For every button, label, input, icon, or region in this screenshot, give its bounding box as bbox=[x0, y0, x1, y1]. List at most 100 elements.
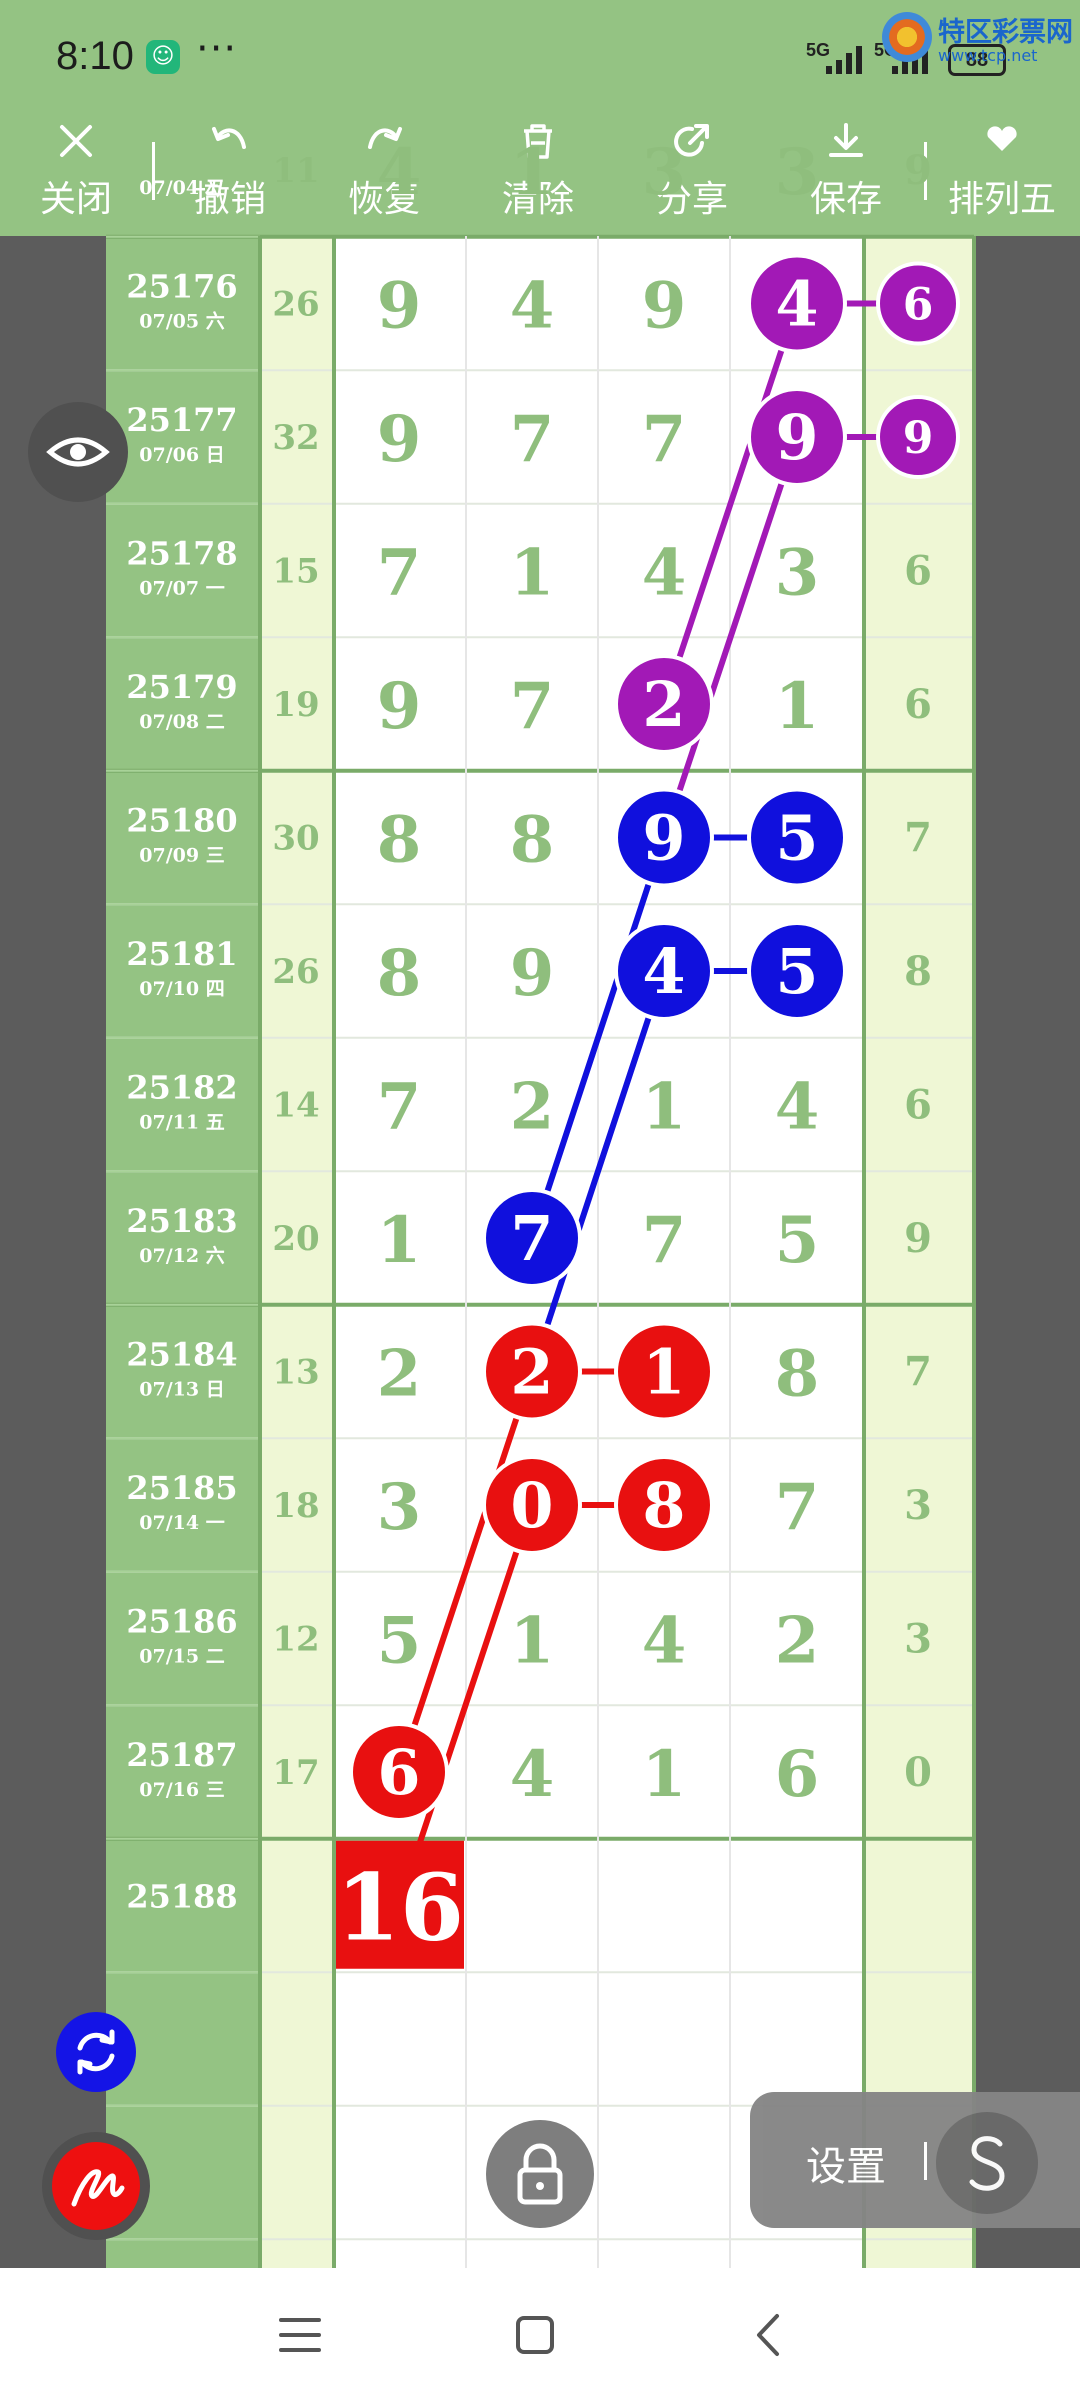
digit-cell: 7 bbox=[642, 1203, 687, 1278]
digit-cell: 3 bbox=[642, 135, 687, 210]
period-date: 07/16 三 bbox=[139, 1779, 224, 1801]
fifth-value: 6 bbox=[904, 681, 932, 728]
period-number: 25177 bbox=[126, 401, 237, 439]
sum-value: 20 bbox=[272, 1219, 319, 1259]
refresh-button[interactable] bbox=[56, 2012, 136, 2092]
period-number: 25176 bbox=[126, 268, 237, 306]
fifth-value: 7 bbox=[904, 815, 932, 862]
period-date: 07/12 六 bbox=[139, 1244, 224, 1267]
ball-digit: 2 bbox=[642, 668, 685, 741]
ball-digit: 2 bbox=[510, 1336, 553, 1409]
s-logo-button[interactable] bbox=[936, 2112, 1038, 2214]
fifth-value: 9 bbox=[904, 1215, 932, 1262]
digit-cell: 5 bbox=[377, 1604, 422, 1679]
digit-cell: 7 bbox=[377, 1070, 422, 1145]
lock-button[interactable] bbox=[486, 2120, 594, 2228]
digit-cell: 6 bbox=[775, 1737, 820, 1812]
settings-panel: 设置 bbox=[750, 2092, 1080, 2228]
digit-cell: 1 bbox=[510, 135, 555, 210]
digit-cell: 8 bbox=[377, 803, 422, 878]
menu-icon[interactable] bbox=[265, 2300, 335, 2370]
sum-value: 13 bbox=[272, 1353, 319, 1393]
digit-cell: 7 bbox=[510, 402, 555, 477]
digit-cell: 2 bbox=[377, 1337, 422, 1412]
digit-cell: 9 bbox=[377, 269, 422, 344]
trend-chart[interactable]: 07/04 五 11 4 1 3 3 92517607/05 六 26 9 4 9 4 62517707… bbox=[0, 0, 1080, 2268]
sum-value: 15 bbox=[272, 552, 319, 592]
prediction-value: 16 bbox=[336, 1854, 464, 1962]
period-date: 07/14 一 bbox=[139, 1512, 224, 1534]
ball-digit: 1 bbox=[642, 1336, 685, 1409]
period-date: 07/07 一 bbox=[139, 578, 224, 600]
fifth-value: 3 bbox=[904, 1482, 932, 1529]
brush-button[interactable] bbox=[52, 2142, 140, 2230]
digit-cell: 3 bbox=[775, 135, 820, 210]
fifth-value: 6 bbox=[904, 548, 932, 595]
period-number: 25186 bbox=[126, 1603, 237, 1641]
period-number: 25188 bbox=[126, 1878, 237, 1916]
sum-value: 17 bbox=[272, 1753, 319, 1793]
digit-cell: 3 bbox=[775, 536, 820, 611]
ball-digit: 9 bbox=[642, 802, 685, 875]
eye-icon bbox=[46, 437, 110, 467]
digit-cell: 3 bbox=[377, 1470, 422, 1545]
period-number: 25183 bbox=[126, 1202, 237, 1240]
period-date: 07/15 二 bbox=[139, 1646, 224, 1668]
digit-cell: 9 bbox=[510, 936, 555, 1011]
period-date: 07/04 五 bbox=[139, 177, 224, 199]
digit-cell: 4 bbox=[510, 1737, 555, 1812]
navigation-bar bbox=[0, 2268, 1080, 2400]
sum-value: 18 bbox=[272, 1486, 319, 1526]
digit-cell: 1 bbox=[642, 1070, 687, 1145]
sync-icon bbox=[77, 2029, 115, 2075]
period-number: 25181 bbox=[126, 935, 237, 973]
period-number: 25179 bbox=[126, 668, 237, 706]
digit-cell: 4 bbox=[775, 1070, 820, 1145]
digit-cell: 5 bbox=[775, 1203, 820, 1278]
digit-cell: 9 bbox=[377, 402, 422, 477]
period-number: 25187 bbox=[126, 1736, 237, 1774]
fifth-value: 6 bbox=[904, 1082, 932, 1129]
period-number: 25185 bbox=[126, 1469, 237, 1507]
digit-cell: 7 bbox=[510, 669, 555, 744]
digit-cell: 8 bbox=[510, 803, 555, 878]
period-date: 07/05 六 bbox=[139, 310, 224, 333]
sum-value: 26 bbox=[272, 952, 319, 992]
digit-cell: 2 bbox=[775, 1604, 820, 1679]
digit-cell: 4 bbox=[642, 1604, 687, 1679]
digit-cell: 1 bbox=[775, 669, 820, 744]
settings-button[interactable]: 设置 bbox=[806, 2134, 886, 2192]
digit-cell: 7 bbox=[642, 402, 687, 477]
digit-cell: 2 bbox=[510, 1070, 555, 1145]
ball-digit: 5 bbox=[775, 935, 818, 1008]
lock-icon bbox=[517, 2143, 563, 2205]
fifth-digit: 6 bbox=[903, 280, 934, 331]
ball-digit: 6 bbox=[377, 1736, 420, 1809]
period-number: 25184 bbox=[126, 1336, 237, 1374]
digit-cell: 1 bbox=[642, 1737, 687, 1812]
sum-value: 32 bbox=[272, 418, 319, 458]
sum-value: 11 bbox=[272, 151, 319, 191]
digit-cell: 9 bbox=[377, 669, 422, 744]
digit-cell: 7 bbox=[775, 1470, 820, 1545]
digit-cell: 4 bbox=[642, 536, 687, 611]
ball-digit: 0 bbox=[510, 1469, 553, 1542]
sum-value: 12 bbox=[272, 1620, 319, 1660]
home-icon[interactable] bbox=[500, 2300, 570, 2370]
fifth-digit: 9 bbox=[903, 413, 934, 464]
eye-toggle-button[interactable] bbox=[28, 402, 128, 502]
s-logo-icon bbox=[969, 2136, 1005, 2191]
digit-cell: 7 bbox=[377, 536, 422, 611]
period-number: 25182 bbox=[126, 1069, 237, 1107]
period-date: 07/11 五 bbox=[139, 1112, 224, 1134]
period-number: 25180 bbox=[126, 802, 237, 840]
digit-cell: 8 bbox=[377, 936, 422, 1011]
sum-value: 30 bbox=[272, 819, 319, 859]
period-number: 25178 bbox=[126, 535, 237, 573]
ball-digit: 5 bbox=[775, 802, 818, 875]
ball-digit: 4 bbox=[775, 268, 818, 341]
digit-cell: 1 bbox=[377, 1203, 422, 1278]
back-icon[interactable] bbox=[735, 2300, 805, 2370]
ball-digit: 4 bbox=[642, 935, 685, 1008]
fifth-value: 3 bbox=[904, 1616, 932, 1663]
